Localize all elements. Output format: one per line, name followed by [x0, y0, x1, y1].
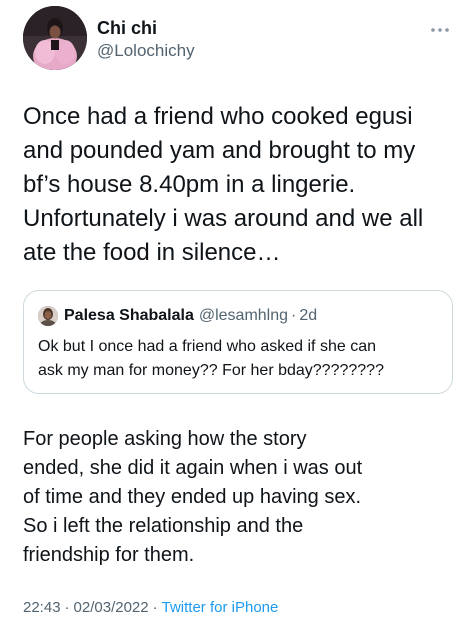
- quoted-separator: ·: [291, 307, 297, 324]
- tweet-card: Chi chi @Lolochichy Once had a friend wh…: [0, 0, 470, 630]
- meta-separator: ·: [152, 599, 158, 616]
- followup-text: For people asking how the story ended, s…: [23, 428, 363, 566]
- tweet-text: Once had a friend who cooked egusi and p…: [23, 103, 424, 266]
- author-names: Chi chi @Lolochichy: [97, 17, 195, 62]
- quoted-author-handle: @lesamhlng: [198, 307, 289, 324]
- quoted-tweet[interactable]: Palesa Shabalala @lesamhlng · 2d Ok but …: [23, 290, 453, 394]
- tweet-source-link[interactable]: Twitter for iPhone: [162, 599, 279, 616]
- tweet-meta: 22:43 · 02/03/2022 · Twitter for iPhone: [23, 598, 278, 618]
- quoted-tweet-header: Palesa Shabalala @lesamhlng · 2d: [38, 305, 317, 327]
- quoted-author-name: Palesa Shabalala: [64, 307, 194, 324]
- tweet-time[interactable]: 22:43: [23, 599, 61, 616]
- quoted-timestamp: 2d: [299, 307, 318, 324]
- meta-separator: ·: [64, 599, 70, 616]
- author-display-name[interactable]: Chi chi: [97, 17, 195, 39]
- tweet-date[interactable]: 02/03/2022: [74, 599, 149, 616]
- quoted-author-avatar: [38, 306, 58, 326]
- author-handle[interactable]: @Lolochichy: [97, 40, 195, 62]
- author-avatar-image: [23, 6, 87, 70]
- author-avatar[interactable]: [23, 6, 87, 70]
- tweet-header: Chi chi @Lolochichy: [23, 6, 453, 72]
- more-horizontal-icon[interactable]: [429, 22, 451, 32]
- quoted-tweet-text: Ok but I once had a friend who asked if …: [38, 338, 384, 379]
